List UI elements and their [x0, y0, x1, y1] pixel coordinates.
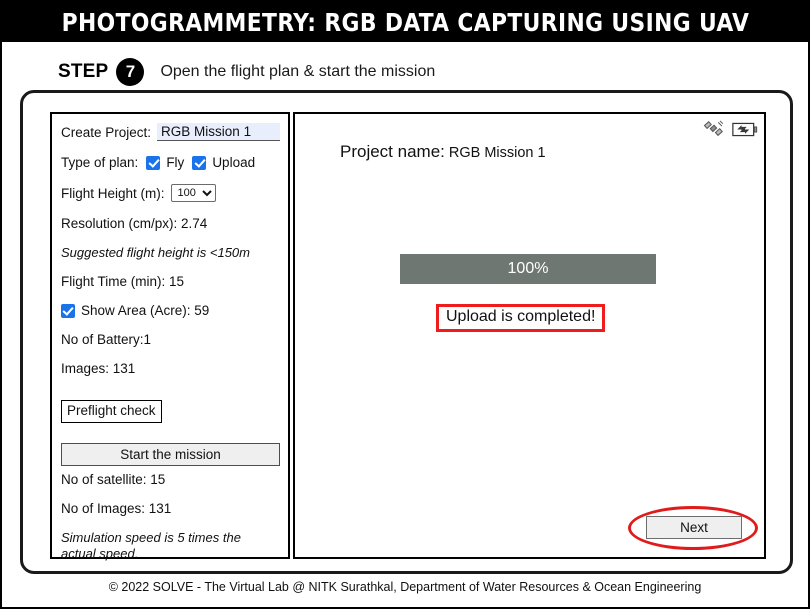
flight-height-label: Flight Height (m): [61, 185, 165, 201]
project-name-value: RGB Mission 1 [448, 145, 546, 161]
app-frame: Create Project: Type of plan: Fly Upload… [20, 90, 793, 574]
project-name-display: Project name: RGB Mission 1 [340, 142, 546, 162]
show-area-checkbox[interactable] [61, 303, 75, 318]
step-word: STEP [58, 61, 109, 82]
step-header: STEP 7 Open the flight plan & start the … [58, 55, 435, 89]
create-project-input[interactable] [157, 123, 280, 141]
resolution-row: Resolution (cm/px): 2.74 [61, 216, 208, 231]
show-area-row: Show Area (Acre): 59 [61, 303, 280, 318]
flight-height-row: Flight Height (m): 100 [61, 184, 280, 202]
preflight-check-row: Preflight check [61, 400, 280, 423]
step-description: Open the flight plan & start the mission [160, 63, 436, 80]
page-root: PHOTOGRAMMETRY: RGB DATA CAPTURING USING… [0, 0, 810, 609]
fly-checkbox[interactable] [146, 155, 161, 170]
satellite-count-row: No of satellite: 15 [61, 471, 166, 487]
page-title: PHOTOGRAMMETRY: RGB DATA CAPTURING USING… [61, 7, 749, 37]
battery-charging-icon [732, 122, 758, 136]
project-name-label: Project name: [340, 142, 445, 161]
fly-label: Fly [166, 155, 185, 170]
upload-progress-label: 100% [507, 260, 549, 277]
upload-checkbox[interactable] [192, 155, 207, 170]
images-count-row: Images: 131 [61, 361, 136, 376]
mission-status-panel: Project name: RGB Mission 1 100% Upload i… [293, 112, 766, 559]
create-project-label: Create Project: [61, 124, 152, 140]
upload-progress-bar: 100% [400, 254, 656, 284]
upload-progress-fill: 100% [400, 254, 656, 284]
suggested-height-note: Suggested flight height is <150m [61, 245, 250, 260]
step-number-badge: 7 [116, 58, 145, 86]
images-total-row: No of Images: 131 [61, 500, 172, 516]
battery-count-row: No of Battery:1 [61, 332, 152, 347]
flight-time-row: Flight Time (min): 15 [61, 274, 185, 289]
type-of-plan-label: Type of plan: [61, 155, 139, 170]
mission-settings-panel: Create Project: Type of plan: Fly Upload… [50, 112, 290, 561]
next-button-group: Next [628, 506, 758, 550]
upload-status-message: Upload is completed! [436, 304, 606, 332]
show-area-label: Show Area (Acre): 59 [81, 303, 210, 318]
flight-height-select[interactable]: 100 [170, 184, 216, 202]
next-button[interactable]: Next [646, 516, 742, 539]
status-icon-group [703, 118, 758, 140]
simulation-speed-note: Simulation speed is 5 times the actual s… [61, 529, 241, 562]
create-project-row: Create Project: [61, 123, 280, 141]
type-of-plan-row: Type of plan: Fly Upload [61, 155, 280, 170]
footer-credit: © 2022 SOLVE - The Virtual Lab @ NITK Su… [108, 580, 702, 594]
preflight-check-button[interactable]: Preflight check [61, 400, 162, 423]
satellite-icon [703, 120, 724, 137]
start-mission-button[interactable]: Start the mission [61, 442, 280, 466]
upload-label: Upload [212, 155, 256, 170]
title-banner: PHOTOGRAMMETRY: RGB DATA CAPTURING USING… [2, 2, 808, 42]
